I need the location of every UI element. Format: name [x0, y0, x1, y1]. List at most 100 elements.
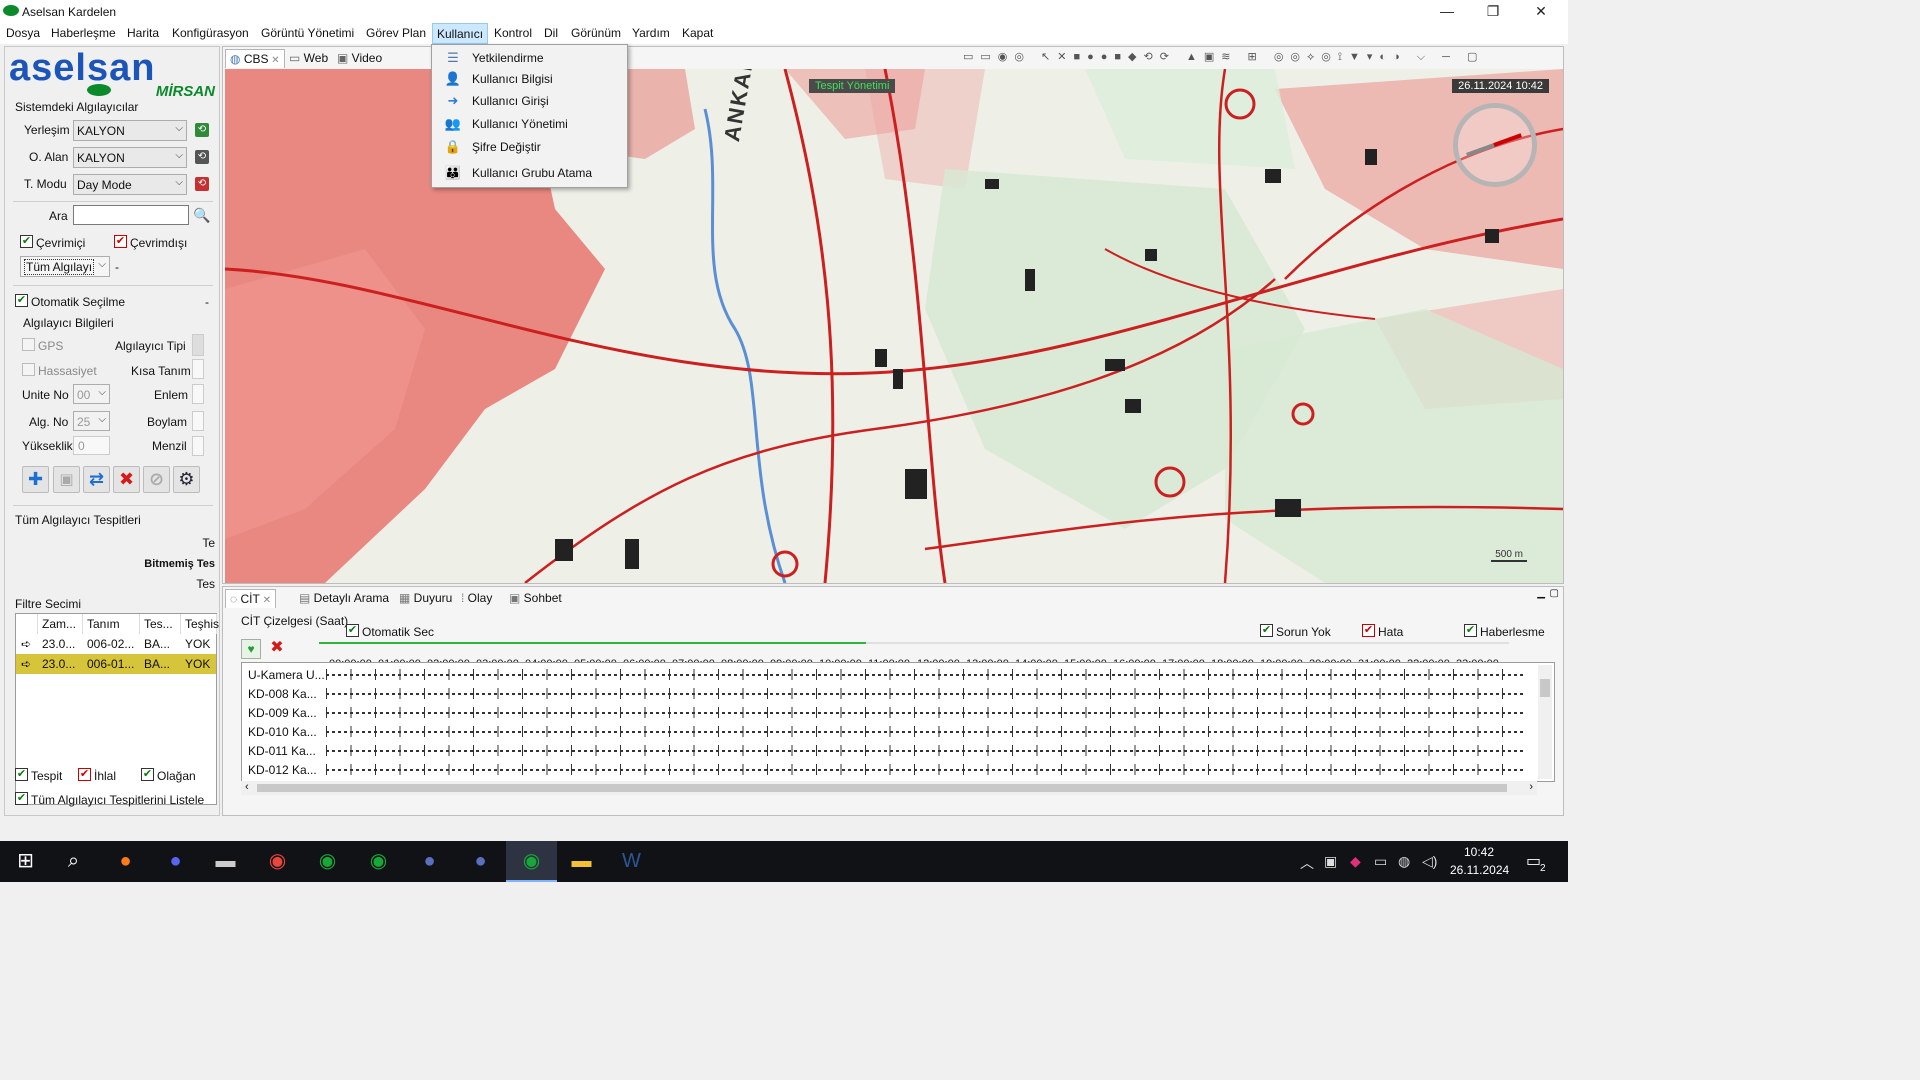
olagan-checkbox[interactable]	[141, 768, 154, 781]
scroll-left-icon[interactable]: ‹	[245, 781, 249, 793]
volume-icon[interactable]: ◁)	[1422, 853, 1437, 870]
kardelen-active-icon[interactable]: ◉	[506, 841, 557, 882]
timeline-row[interactable]: KD-011 Ka...	[244, 741, 1534, 760]
globe-icon[interactable]: ◍	[1398, 853, 1410, 870]
unit-no-select[interactable]: 00 ⌵	[73, 384, 110, 404]
minimize-button[interactable]: —	[1424, 0, 1470, 23]
search-icon[interactable]: 🔍	[193, 207, 210, 224]
battery-icon[interactable]: ▭	[1374, 853, 1387, 870]
timeline-vscroll[interactable]	[1538, 665, 1552, 779]
map-canvas[interactable]: Tespit Yönetimi ANKARA 26.11.2024 10:42 …	[225, 69, 1563, 583]
minimize-panel-icon[interactable]: ▁	[1537, 588, 1545, 599]
settings-button[interactable]: ⚙	[173, 466, 200, 493]
menu-item-kullanici-bilgisi[interactable]: 👤 Kullanıcı Bilgisi	[432, 68, 627, 90]
close-icon[interactable]: ✕	[269, 55, 279, 66]
haberlesme-checkbox[interactable]	[1464, 624, 1477, 637]
restore-button[interactable]: ❐	[1470, 0, 1516, 23]
auto-select-checkbox[interactable]	[15, 294, 28, 307]
ihlal-checkbox[interactable]	[78, 768, 91, 781]
menu-gorunum[interactable]: Görünüm	[571, 26, 621, 40]
table-header-det[interactable]: Tes...	[140, 614, 181, 634]
menu-yardim[interactable]: Yardım	[632, 26, 670, 40]
clear-icon[interactable]: ✖	[267, 639, 287, 659]
menu-item-kullanici-girisi[interactable]: ➜ Kullanıcı Girişi	[432, 90, 627, 112]
sensor-filter-select[interactable]: Tüm Algılayı ⌵	[20, 256, 110, 277]
tespit-checkbox[interactable]	[15, 768, 28, 781]
menu-dil[interactable]: Dil	[544, 26, 558, 40]
menu-goruntu-yonetimi[interactable]: Görüntü Yönetimi	[261, 26, 354, 40]
table-row[interactable]: ➪ 23.0... 006-01... BA... YOK	[16, 654, 216, 674]
start-icon[interactable]: ⊞	[0, 841, 51, 882]
table-header-def[interactable]: Tanım	[83, 614, 140, 634]
disable-button[interactable]: ⊘	[143, 466, 170, 493]
table-header-diag[interactable]: Teşhis	[181, 614, 219, 634]
delete-button[interactable]: ✖	[113, 466, 140, 493]
search-input[interactable]	[73, 205, 189, 225]
heart-icon[interactable]: ♥	[241, 639, 261, 659]
compass-icon[interactable]	[1453, 103, 1537, 187]
share-dark-icon[interactable]: ⟲	[195, 150, 209, 164]
tab-sohbet[interactable]: ▣ Sohbet	[505, 589, 566, 608]
auto-sec-checkbox[interactable]	[346, 624, 359, 637]
kardelen-icon[interactable]: ◉	[302, 841, 353, 882]
maximize-panel-icon[interactable]: ▢	[1550, 588, 1559, 599]
chevron-up-icon[interactable]: ︿	[1300, 853, 1314, 873]
tab-cbs[interactable]: ◍ CBS ✕	[225, 49, 285, 68]
tmodu-select[interactable]: Day Mode ⌵	[73, 174, 187, 195]
menu-gorev-plan[interactable]: Görev Plan	[366, 26, 426, 40]
scroll-right-icon[interactable]: ›	[1529, 781, 1533, 793]
share-green-icon[interactable]: ⟲	[195, 123, 209, 137]
scroll-thumb[interactable]	[257, 784, 1507, 792]
add-button[interactable]: ✚	[22, 466, 49, 493]
timeline-row[interactable]: KD-012 Ka...	[244, 760, 1534, 779]
yerlesim-select[interactable]: KALYON ⌵	[73, 120, 187, 141]
online-checkbox[interactable]	[20, 235, 33, 248]
timeline-hscroll[interactable]: ‹ ›	[241, 781, 1537, 795]
search-icon[interactable]: ⌕	[48, 841, 99, 882]
share-red-icon[interactable]: ⟲	[195, 177, 209, 191]
eclipse-icon[interactable]: ●	[455, 841, 506, 882]
eclipse-icon[interactable]: ●	[404, 841, 455, 882]
tab-duyuru[interactable]: ▦ Duyuru	[395, 589, 456, 608]
close-icon[interactable]: ✕	[260, 595, 271, 606]
chrome-icon[interactable]: ◉	[252, 841, 303, 882]
menu-item-yetkilendirme[interactable]: ☰ Yetkilendirme	[432, 47, 627, 69]
menu-item-sifre-degistir[interactable]: 🔒 Şifre Değiştir	[432, 136, 627, 158]
table-header-time[interactable]: Zam...	[38, 614, 83, 634]
menu-kapat[interactable]: Kapat	[682, 26, 713, 40]
tab-video[interactable]: ▣ Video	[333, 49, 386, 68]
menu-kontrol[interactable]: Kontrol	[494, 26, 532, 40]
menu-konfigurasyon[interactable]: Konfigürasyon	[172, 26, 249, 40]
altitude-field[interactable]: 0	[73, 436, 110, 455]
gps-checkbox[interactable]	[22, 338, 35, 351]
offline-checkbox[interactable]	[114, 235, 127, 248]
table-row[interactable]: ➪ 23.0... 006-02... BA... YOK	[16, 634, 216, 654]
discord-icon[interactable]: ●	[150, 841, 201, 882]
kardelen-icon[interactable]: ◉	[353, 841, 404, 882]
word-icon[interactable]: W	[606, 841, 657, 882]
timeline-row[interactable]: KD-009 Ka...	[244, 703, 1534, 722]
menu-haberlesme[interactable]: Haberleşme	[51, 26, 116, 40]
close-button[interactable]: ✕	[1518, 0, 1564, 23]
menu-kullanici[interactable]: Kullanıcı	[432, 23, 489, 44]
short-def-field[interactable]	[192, 359, 204, 379]
clock-date[interactable]: 26.11.2024	[1450, 863, 1509, 877]
timeline-row[interactable]: KD-008 Ka...	[244, 684, 1534, 703]
explorer-icon[interactable]: ▬	[556, 841, 607, 882]
menu-harita[interactable]: Harita	[127, 26, 159, 40]
tab-olay[interactable]: ⁞ Olay	[457, 589, 496, 608]
network-icon[interactable]: ▣	[1324, 853, 1337, 870]
notification-icon[interactable]: ▭	[1526, 851, 1541, 871]
terminal-icon[interactable]: ▬	[200, 841, 251, 882]
lon-field[interactable]	[192, 411, 204, 431]
save-button[interactable]: ▣	[53, 466, 80, 493]
list-all-checkbox[interactable]	[15, 792, 28, 805]
firefox-icon[interactable]: ●	[100, 841, 151, 882]
sorun-yok-checkbox[interactable]	[1260, 624, 1273, 637]
tab-detayli-arama[interactable]: ▤ Detaylı Arama	[295, 589, 393, 608]
oalan-select[interactable]: KALYON ⌵	[73, 147, 187, 168]
menu-item-kullanici-grubu[interactable]: 👪 Kullanıcı Grubu Atama	[432, 162, 627, 184]
refresh-button[interactable]: ⇄	[83, 466, 110, 493]
alg-no-select[interactable]: 25 ⌵	[73, 411, 110, 431]
app-tray-icon[interactable]: ◆	[1350, 853, 1361, 870]
